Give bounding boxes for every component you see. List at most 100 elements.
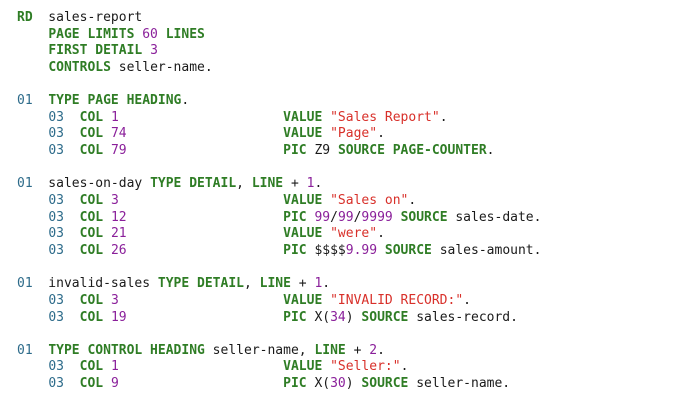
code-text-token: sales-amount.: [431, 242, 542, 258]
keyword-token: CONTROLS: [48, 59, 111, 75]
number-token: 21: [110, 226, 127, 242]
keyword-token: VALUE: [283, 193, 323, 209]
code-line: 03 COL 74 VALUE "Page".: [17, 126, 541, 143]
code-text-token: sales-report: [32, 10, 143, 25]
level-number-token: 03: [48, 126, 64, 142]
code-line: 03 COL 21 VALUE "were".: [17, 226, 541, 243]
keyword-token: PIC: [283, 143, 307, 159]
code-text-token: $$$$: [306, 242, 346, 258]
level-number-token: 03: [48, 292, 64, 308]
keyword-token: SOURCE: [400, 209, 448, 225]
keyword-token: TYPE CONTROL HEADING: [48, 342, 205, 358]
number-token: 3: [110, 292, 119, 308]
string-token: "Seller:": [330, 359, 401, 375]
number-token: 1: [110, 359, 119, 375]
code-text-token: ,: [243, 276, 260, 292]
code-text-token: +: [345, 342, 370, 358]
number-token: 99: [314, 209, 331, 225]
keyword-token: LINE: [251, 176, 284, 192]
level-number-token: 03: [48, 209, 64, 225]
keyword-token: VALUE: [283, 126, 323, 142]
keyword-token: COL: [79, 376, 104, 392]
code-line: RD sales-report: [17, 10, 541, 27]
number-token: 3: [150, 43, 158, 59]
level-number-token: 01: [17, 93, 33, 109]
keyword-token: PIC: [283, 209, 307, 225]
number-token: 1: [110, 109, 119, 125]
number-token: 99: [337, 209, 354, 225]
keyword-token: COL: [79, 109, 104, 125]
level-number-token: 03: [48, 309, 64, 325]
keyword-token: SOURCE: [361, 309, 409, 325]
code-text-token: +: [290, 276, 315, 292]
code-text-token: Z9: [306, 143, 338, 159]
code-text-token: .: [181, 93, 190, 109]
code-line: 01 sales-on-day TYPE DETAIL, LINE + 1.: [17, 176, 541, 193]
code-text-token: seller-name,: [204, 342, 315, 358]
number-token: 9.99: [345, 242, 378, 258]
code-line: 03 COL 79 PIC Z9 SOURCE PAGE-COUNTER.: [17, 143, 541, 160]
code-text-token: seller-name.: [408, 376, 511, 392]
code-text-token: invalid-sales: [32, 276, 158, 292]
number-token: 9999: [361, 209, 393, 225]
code-line: 03 COL 19 PIC X(34) SOURCE sales-record.: [17, 310, 541, 327]
keyword-token: FIRST DETAIL: [48, 43, 143, 59]
keyword-token: TYPE DETAIL: [157, 276, 244, 292]
keyword-token: VALUE: [283, 109, 323, 125]
keyword-token: PAGE LIMITS: [48, 26, 135, 42]
code-text-token: .: [439, 109, 448, 125]
code-line: 01 invalid-sales TYPE DETAIL, LINE + 1.: [17, 276, 541, 293]
keyword-token: COL: [79, 209, 104, 225]
keyword-token: SOURCE: [384, 242, 432, 258]
keyword-token: TYPE DETAIL: [150, 176, 237, 192]
code-text-token: .: [377, 126, 385, 142]
string-token: "Sales on": [330, 193, 409, 209]
level-number-token: 01: [17, 276, 33, 292]
number-token: 3: [110, 193, 119, 209]
code-text-token: .: [377, 226, 385, 242]
code-line: 01 TYPE CONTROL HEADING seller-name, LIN…: [17, 343, 541, 360]
number-token: 74: [110, 126, 127, 142]
keyword-token: RD: [17, 10, 33, 25]
code-text-token: sales-date.: [447, 209, 542, 225]
number-token: 60: [142, 26, 158, 42]
string-token: "were": [330, 226, 378, 242]
level-number-token: 03: [48, 109, 64, 125]
keyword-token: COL: [79, 359, 104, 375]
level-number-token: 03: [48, 376, 64, 392]
code-text-token: .: [408, 193, 417, 209]
number-token: 9: [110, 376, 119, 392]
